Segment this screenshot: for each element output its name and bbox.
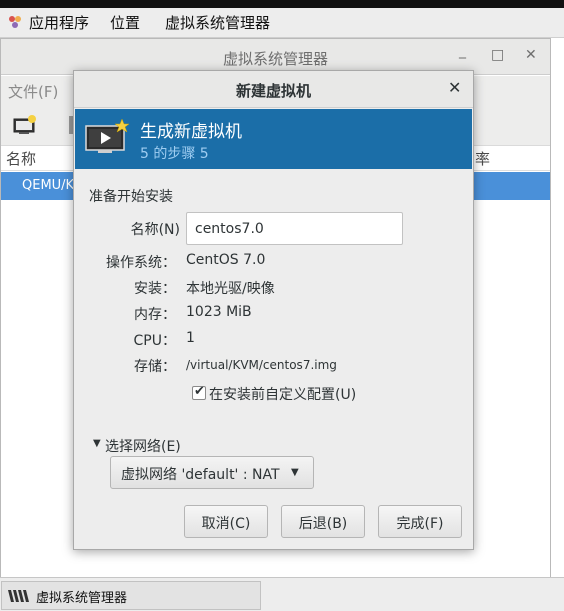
- customize-label[interactable]: 在安装前自定义配置(U): [209, 384, 356, 404]
- network-selected-value: 虚拟网络 'default' : NAT: [121, 467, 280, 483]
- customize-checkbox[interactable]: ✔: [192, 384, 206, 400]
- close-icon[interactable]: ✕: [525, 47, 537, 63]
- wizard-banner: 生成新虚拟机 5 的步骤 5: [75, 109, 472, 169]
- main-window-title: 虚拟系统管理器: [222, 50, 328, 68]
- install-label: 安装：: [134, 281, 176, 297]
- close-icon[interactable]: ✕: [448, 78, 461, 97]
- cpu-label: CPU：: [133, 333, 176, 349]
- top-edge: [0, 0, 564, 8]
- memory-label: 内存：: [134, 307, 176, 323]
- bottom-taskbar: 虚拟系统管理器: [0, 577, 564, 611]
- maximize-icon[interactable]: □: [491, 47, 504, 63]
- column-name[interactable]: 名称: [6, 148, 36, 169]
- back-button[interactable]: 后退(B): [281, 505, 365, 538]
- cancel-button[interactable]: 取消(C): [184, 505, 268, 538]
- minimize-icon[interactable]: _: [459, 43, 466, 59]
- memory-value: 1023 MiB: [186, 304, 252, 320]
- expander-arrow-icon[interactable]: ▼: [93, 438, 101, 449]
- name-field[interactable]: [186, 212, 403, 245]
- file-menu[interactable]: 文件(F): [8, 81, 58, 102]
- dialog-title: 新建虚拟机: [235, 82, 311, 100]
- new-vm-icon: [85, 118, 130, 153]
- storage-value: /virtual/KVM/centos7.img: [186, 358, 337, 372]
- name-label: 名称(N): [130, 222, 180, 238]
- chevron-down-icon: ▼: [291, 467, 299, 478]
- storage-label: 存储：: [134, 359, 176, 375]
- network-expander[interactable]: 选择网络(E): [105, 436, 181, 456]
- step-indicator: 5 的步骤 5: [140, 146, 209, 162]
- taskbar-item-label: 虚拟系统管理器: [36, 591, 128, 606]
- cpu-value: 1: [186, 330, 195, 346]
- os-label: 操作系统：: [106, 255, 176, 271]
- dialog-titlebar: 新建虚拟机 ✕: [74, 71, 473, 108]
- top-panel: 应用程序 位置 虚拟系统管理器: [0, 0, 564, 38]
- virt-manager-icon: [8, 590, 29, 602]
- places-menu[interactable]: 位置: [110, 12, 140, 33]
- banner-title: 生成新虚拟机: [140, 122, 242, 142]
- active-app-menu[interactable]: 虚拟系统管理器: [165, 12, 270, 33]
- new-vm-dialog: 新建虚拟机 ✕ 生成新虚拟机 5 的步骤 5 准备开始安装 名称(N) 操作系统…: [73, 70, 474, 550]
- applications-icon: [9, 16, 21, 28]
- install-value: 本地光驱/映像: [186, 281, 275, 297]
- taskbar-item-virt-manager[interactable]: 虚拟系统管理器: [1, 581, 261, 610]
- column-cpu-usage[interactable]: 率: [475, 148, 490, 169]
- applications-menu[interactable]: 应用程序: [29, 12, 89, 33]
- section-heading: 准备开始安装: [89, 189, 173, 205]
- network-select[interactable]: 虚拟网络 'default' : NAT ▼: [110, 456, 314, 489]
- new-vm-icon[interactable]: [13, 114, 37, 136]
- os-value: CentOS 7.0: [186, 252, 266, 268]
- finish-button[interactable]: 完成(F): [378, 505, 462, 538]
- checkmark-icon: ✔: [194, 384, 205, 399]
